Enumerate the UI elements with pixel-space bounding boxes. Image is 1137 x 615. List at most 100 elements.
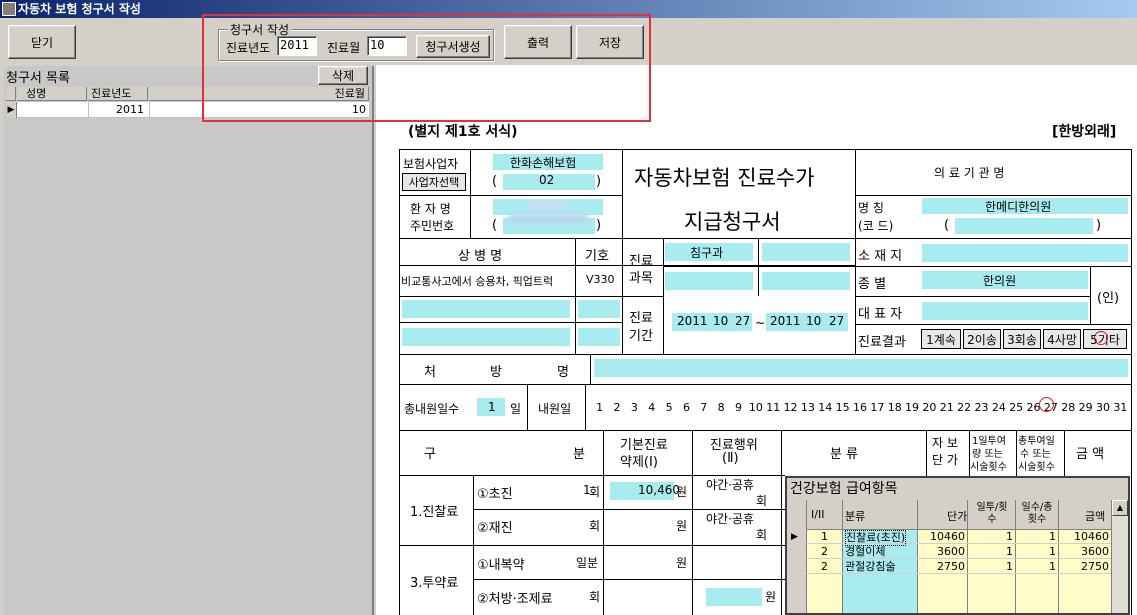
grid-col-price[interactable]: 단가 [947,508,967,524]
form-line [663,238,664,354]
address-label: 소 재 지 [858,249,903,264]
period-from-month: 10 [713,314,729,328]
cell-amount: 3600 [1081,545,1109,558]
visit-day-number: 15 [835,401,850,414]
revisit-label: ②재진 [477,521,513,536]
dept-field-2[interactable] [762,243,850,261]
form-line [399,545,785,546]
form-line [473,579,785,580]
period-to-day: 27 [829,314,845,328]
prescription-amount-field[interactable] [706,588,762,606]
visit-day-number: 6 [682,401,690,414]
cell-type: 2 [821,545,828,558]
address-field[interactable] [922,244,1128,262]
symbol-field-2[interactable] [578,300,620,318]
insurer-select-button[interactable]: 사업자선택 [402,173,466,191]
col-base-2: 약제(Ⅰ) [620,455,658,470]
visit-days-value: 1 [488,400,496,414]
form-line [855,238,1131,239]
column-header-year[interactable]: 진료년도 [88,87,148,101]
internal-med-label: ①내복약 [477,558,525,573]
dept-label-2: 과목 [629,271,653,286]
cell-type: 1 [821,530,828,543]
paren: ( [492,174,498,189]
grid-col-amount[interactable]: 금액 [1085,508,1105,524]
visit-day-number: 5 [665,401,673,414]
table-row[interactable]: 2 관절강침술 2750 1 1 2750 [787,560,1111,574]
form-line [470,149,471,238]
insurance-items-grid: 건강보험 급여항목 I/II 분류 단가 일투/횟수 일수/총횟수 금액 ▲ ▶… [785,476,1130,615]
dept-field-3[interactable] [665,272,753,290]
highlight-box [202,14,651,122]
close-button[interactable]: 닫기 [8,25,76,59]
visit-day-number: 12 [783,401,798,414]
grid-corner [6,87,16,101]
visit-day-number: 19 [905,401,920,414]
paren: ) [596,218,602,233]
grid-scrollbar[interactable]: ▲ [1111,500,1128,613]
col-category: 분 류 [830,447,859,462]
grid-col-name[interactable]: 분류 [845,508,865,524]
rx-field[interactable] [594,359,1128,377]
result-continue-button[interactable]: 1계속 [921,329,961,349]
section-exam-fee: 1.진찰료 [410,505,459,520]
row-pointer-icon: ▶ [6,102,17,118]
visit-days-label: 총내원일수 [404,402,460,416]
window-title: 자동차 보험 청구서 작성 [18,2,141,16]
form-line [585,384,586,430]
period-sep: ~ [755,316,766,330]
visit-day-circle-icon [1039,397,1054,412]
result-death-button[interactable]: 4사망 [1043,329,1081,349]
visit-day-number: 9 [735,401,742,414]
institution-code-field[interactable] [955,218,1093,234]
night-unit-1: 회 [756,494,768,508]
institution-header: 의 료 기 관 명 [934,166,1005,180]
table-row[interactable]: ▶ 1 진찰료(초진) 10460 1 1 10460 [787,530,1111,546]
form-line [622,149,623,238]
symbol-field-3[interactable] [578,328,620,346]
grid-col-type[interactable]: I/II [811,508,824,521]
col-unit-2: 단 가 [932,453,958,467]
disease-value: 비교통사고에서 승용차, 픽업트럭 [401,275,554,288]
period-from-year: 2011 [677,314,708,328]
institution-name: 한메디한의원 [985,200,1052,214]
cell-price: 2750 [937,560,965,573]
result-transfer-button[interactable]: 2이송 [963,329,1001,349]
visit-day-number: 8 [717,401,725,414]
visit-day-number: 20 [922,401,937,414]
result-return-button[interactable]: 3회송 [1003,329,1041,349]
paren: ( [492,218,498,233]
visit-day-number: 14 [818,401,833,414]
row-pointer-icon: ▶ [791,532,798,542]
form-title-line1: 자동차보험 진료수가 [634,166,815,190]
claim-list-title: 청구서 목록 [6,71,70,86]
night-unit-2: 회 [756,528,768,542]
column-header-name[interactable]: 성명 [17,87,87,101]
col-bun: 분 [573,447,585,462]
form-number: (별지 제1호 서식) [408,124,518,140]
table-row[interactable]: 2 경혈이체 3600 1 1 3600 [787,545,1111,559]
cell-daily: 1 [1006,545,1013,558]
visit-day-number: 13 [800,401,815,414]
dept-value: 침구과 [690,246,724,260]
col-dose-3: 시술횟수 [970,462,1007,473]
first-visit-won: 원 [676,485,688,499]
cell-days: 1 [1049,530,1056,543]
prescription-unit: 회 [589,590,601,604]
form-line [399,195,622,196]
dept-field-4[interactable] [762,272,850,290]
cell-divider [88,102,89,118]
internal-med-unit: 일분 [576,556,599,570]
scroll-up-icon[interactable]: ▲ [1112,500,1128,516]
cell-divider [149,102,150,118]
visit-day-number: 21 [939,401,954,414]
visit-day-number: 31 [1113,401,1128,414]
prescription-won: 원 [765,590,777,604]
disease-field-2[interactable] [402,300,570,318]
grid-col-daily[interactable]: 일투/횟수 [972,502,1012,526]
grid-col-days[interactable]: 일수/총횟수 [1017,502,1057,526]
first-visit-unit: 회 [589,485,601,499]
disease-field-3[interactable] [402,328,570,346]
rep-field[interactable] [922,302,1088,320]
form-title-line2: 지급청구서 [684,210,781,234]
